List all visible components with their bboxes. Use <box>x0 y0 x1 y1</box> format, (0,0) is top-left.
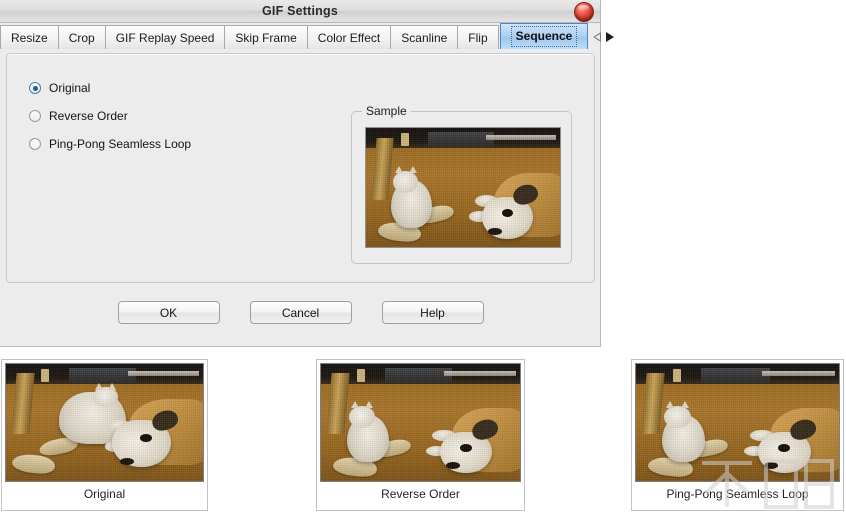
tab-flip[interactable]: Flip <box>458 25 499 49</box>
preview-image-reverse-order <box>320 363 521 482</box>
kitten-ear <box>108 382 117 390</box>
shelf-object <box>700 367 770 383</box>
tab-crop[interactable]: Crop <box>58 25 106 49</box>
radio-icon-ping-pong[interactable] <box>29 138 41 150</box>
dog-eye <box>778 443 791 452</box>
kitten-ear <box>94 382 103 390</box>
option-label: Ping-Pong Seamless Loop <box>49 137 192 151</box>
option-label: Original <box>49 81 91 95</box>
cat-and-dog-photo <box>321 364 520 481</box>
kitten-head <box>664 406 691 429</box>
bottle-object <box>400 132 409 146</box>
kitten-ear <box>364 401 373 409</box>
radio-icon-reverse-order[interactable] <box>29 110 41 122</box>
shelf-object <box>428 131 495 148</box>
close-icon[interactable] <box>574 2 594 22</box>
tab-strip: Resize Crop GIF Replay Speed Skip Frame … <box>0 23 615 49</box>
preview-card-ping-pong[interactable]: Ping-Pong Seamless Loop <box>631 359 844 511</box>
cat-and-dog-photo <box>366 128 560 247</box>
rail-object <box>128 371 200 376</box>
preview-card-original[interactable]: Original <box>1 359 208 511</box>
radio-icon-original[interactable] <box>29 82 41 94</box>
tab-scroll-arrows <box>593 25 615 49</box>
tab-label: Resize <box>11 30 48 45</box>
sequence-radio-group: Original Reverse Order Ping-Pong Seamles… <box>29 74 191 158</box>
tab-label: Scanline <box>401 30 448 45</box>
tab-label: Flip <box>468 30 488 45</box>
dialog-title: GIF Settings <box>261 4 338 18</box>
tab-gif-replay-speed[interactable]: GIF Replay Speed <box>105 25 226 49</box>
rail-object <box>761 371 835 376</box>
sample-preview-image <box>365 127 561 248</box>
tab-label: Skip Frame <box>235 30 297 45</box>
tab-skip-frame[interactable]: Skip Frame <box>225 25 308 49</box>
gif-settings-dialog: GIF Settings Resize Crop GIF Replay Spee… <box>0 0 615 347</box>
sequence-options-panel: Original Reverse Order Ping-Pong Seamles… <box>6 53 595 283</box>
preview-caption: Original <box>83 487 126 501</box>
tab-color-effect[interactable]: Color Effect <box>307 25 392 49</box>
dog-nose <box>488 227 502 236</box>
sample-groupbox: Sample <box>351 104 572 264</box>
tab-resize[interactable]: Resize <box>0 25 59 49</box>
dialog-button-row: OK Cancel Help <box>0 301 601 324</box>
tab-label: Color Effect <box>317 30 381 45</box>
cat-and-dog-photo <box>6 364 203 481</box>
help-button[interactable]: Help <box>381 301 484 324</box>
cat-and-dog-photo <box>636 364 839 481</box>
preview-image-original <box>5 363 204 482</box>
option-original[interactable]: Original <box>29 74 191 102</box>
preview-card-reverse-order[interactable]: Reverse Order <box>316 359 525 511</box>
tab-label: Sequence <box>510 26 578 47</box>
tab-label: Crop <box>68 30 95 45</box>
kitten-ear <box>350 401 359 409</box>
rail-object <box>444 371 516 376</box>
kitten-head <box>348 406 375 429</box>
sample-legend: Sample <box>362 104 411 118</box>
cancel-button[interactable]: Cancel <box>249 301 352 324</box>
option-reverse-order[interactable]: Reverse Order <box>29 102 191 130</box>
kitten-ear <box>680 401 689 409</box>
tab-label: GIF Replay Speed <box>115 30 215 45</box>
kitten-ear <box>408 166 417 174</box>
dog-eye <box>460 443 473 452</box>
dialog-titlebar: GIF Settings <box>0 0 600 23</box>
preview-caption: Ping-Pong Seamless Loop <box>666 487 809 501</box>
ok-button[interactable]: OK <box>117 301 220 324</box>
bottle-object <box>41 368 50 382</box>
option-ping-pong-seamless-loop[interactable]: Ping-Pong Seamless Loop <box>29 130 191 158</box>
triangle-left-icon[interactable] <box>593 32 601 42</box>
tab-scanline[interactable]: Scanline <box>391 25 459 49</box>
shelf-object <box>384 367 453 383</box>
tab-sequence[interactable]: Sequence <box>499 23 589 49</box>
kitten-ear <box>395 166 404 174</box>
triangle-right-icon[interactable] <box>606 32 615 42</box>
preview-caption: Reverse Order <box>381 487 460 501</box>
preview-strip: Original Reverse Order Ping-Pong Seamles… <box>0 359 846 511</box>
shelf-object <box>69 367 136 383</box>
rail-object <box>486 135 557 140</box>
bottle-object <box>356 368 365 382</box>
preview-image-ping-pong <box>635 363 840 482</box>
dog-nose <box>120 457 135 465</box>
option-label: Reverse Order <box>49 109 128 123</box>
kitten-ear <box>666 401 675 409</box>
bottle-object <box>672 368 681 382</box>
